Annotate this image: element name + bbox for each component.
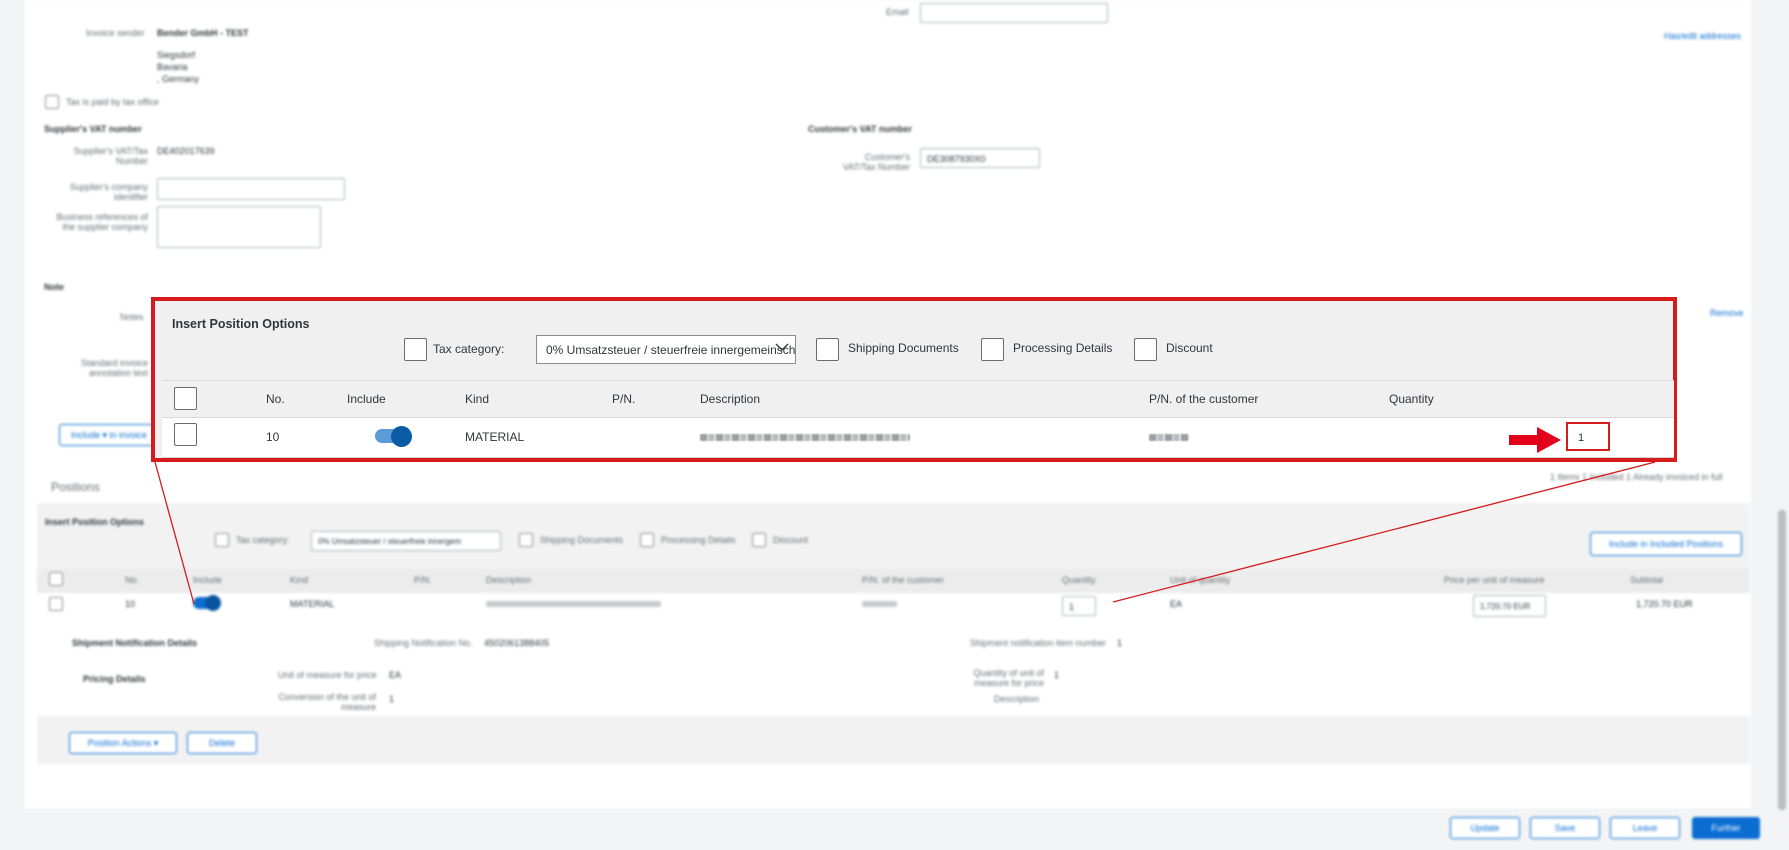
insert-position-options-title: Insert Position Options (172, 317, 310, 331)
tax-category-select[interactable]: 0% Umsatzsteuer / steuerfreie innergemei… (536, 335, 796, 364)
col-include: Include (347, 392, 386, 406)
red-arrow-icon (1509, 427, 1561, 453)
col-quantity: Quantity (1389, 392, 1434, 406)
row-description-redacted (700, 434, 910, 441)
chevron-down-icon (775, 343, 789, 351)
col-description: Description (700, 392, 761, 406)
connector-line-left (154, 461, 195, 605)
col-pn-customer: P/N. of the customer (1149, 392, 1259, 406)
include-toggle-knob (391, 426, 412, 447)
row-quantity-value: 1 (1578, 432, 1585, 444)
col-no: No. (266, 392, 285, 406)
connector-line-right (1112, 461, 1656, 603)
row-quantity-input[interactable]: 1 (1566, 422, 1610, 451)
row-no: 10 (266, 430, 280, 444)
col-kind: Kind (465, 392, 490, 406)
shipping-documents-label: Shipping Documents (848, 341, 959, 355)
positions-table-header: No. Include Kind P/N. Description P/N. o… (162, 380, 1674, 418)
row-kind: MATERIAL (465, 430, 525, 444)
col-pn: P/N. (612, 392, 636, 406)
row-pn-customer-redacted (1149, 434, 1189, 441)
select-all-checkbox[interactable] (174, 387, 197, 410)
row-select-checkbox[interactable] (174, 423, 197, 446)
positions-table-row: 10 MATERIAL 1 (162, 418, 1674, 458)
tax-category-checkbox[interactable] (404, 338, 427, 361)
discount-label: Discount (1166, 341, 1213, 355)
processing-details-label: Processing Details (1013, 341, 1113, 355)
tax-category-label: Tax category: (433, 342, 505, 356)
include-toggle[interactable] (375, 426, 412, 447)
shipping-documents-checkbox[interactable] (816, 338, 839, 361)
discount-checkbox[interactable] (1134, 338, 1157, 361)
zoom-callout: Insert Position Options Tax category: 0%… (151, 297, 1677, 462)
tax-category-value: 0% Umsatzsteuer / steuerfreie innergemei… (546, 343, 796, 357)
processing-details-checkbox[interactable] (981, 338, 1004, 361)
